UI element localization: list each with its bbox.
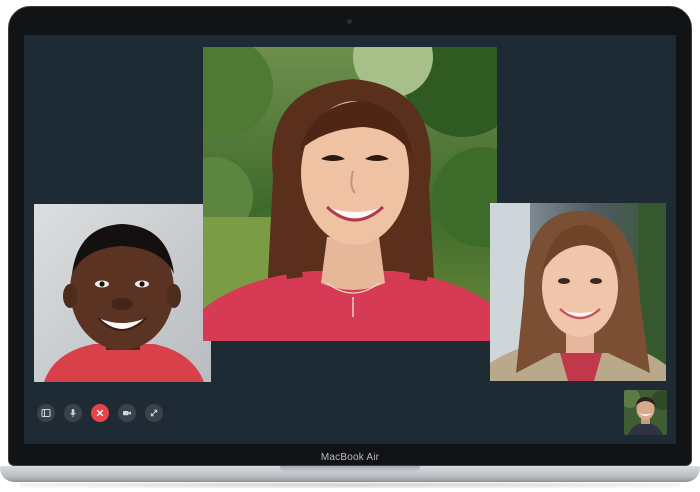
laptop-shadow — [20, 482, 680, 488]
participant-video-center[interactable] — [203, 47, 497, 341]
laptop-mockup: MacBook Air — [0, 0, 700, 492]
webcam-dot — [347, 19, 352, 24]
participant-video-right[interactable] — [490, 203, 666, 381]
self-view-image — [624, 390, 667, 435]
participant-center-image — [203, 47, 497, 341]
microphone-icon — [70, 409, 76, 417]
close-icon — [96, 409, 104, 417]
participant-left-image — [34, 204, 211, 382]
self-view-video[interactable] — [624, 390, 667, 435]
call-controls — [37, 404, 163, 422]
camera-button[interactable] — [118, 404, 136, 422]
device-brand-label: MacBook Air — [320, 452, 380, 463]
sidebar-icon — [41, 409, 51, 417]
video-call-screen — [24, 35, 676, 444]
laptop-lid-notch — [280, 466, 420, 472]
expand-icon — [150, 409, 158, 417]
participant-right-image — [490, 203, 666, 381]
video-camera-icon — [123, 411, 131, 416]
fullscreen-button[interactable] — [145, 404, 163, 422]
sidebar-toggle-button[interactable] — [37, 404, 55, 422]
mute-button[interactable] — [64, 404, 82, 422]
end-call-button[interactable] — [91, 404, 109, 422]
participant-video-left[interactable] — [34, 204, 211, 382]
